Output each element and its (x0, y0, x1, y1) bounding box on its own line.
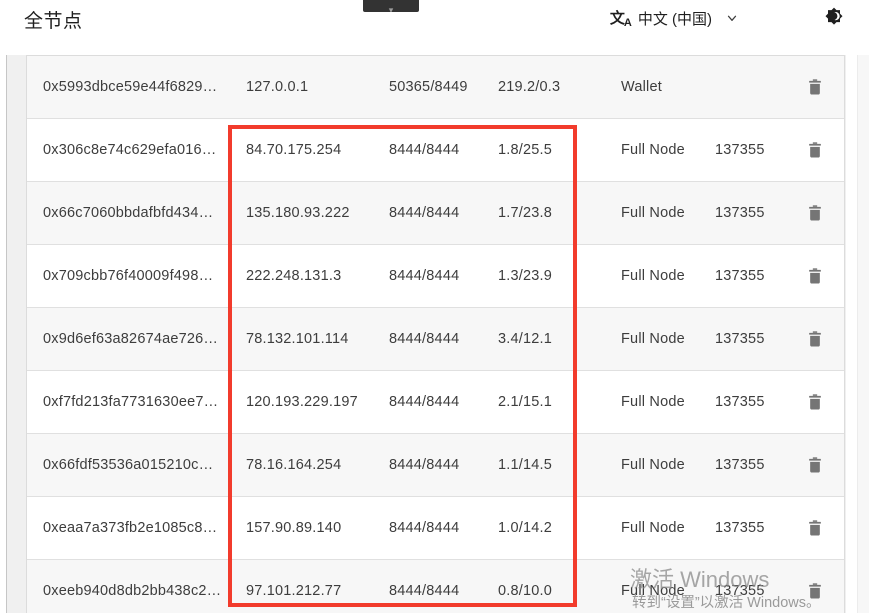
node-type: Full Node (621, 142, 715, 158)
brightness-moon-icon (822, 17, 846, 32)
delete-node-button[interactable] (801, 388, 829, 416)
table-row: 0x709cbb76f40009f498… 222.248.131.3 8444… (27, 245, 844, 308)
node-table: 0x5993dbce59e44f6829… 127.0.0.1 50365/84… (26, 55, 845, 613)
chevron-down-icon (725, 11, 739, 25)
delete-node-button[interactable] (801, 325, 829, 353)
right-gutter (846, 55, 857, 613)
left-divider (6, 55, 7, 613)
node-type: Full Node (621, 583, 715, 599)
node-ports: 50365/8449 (389, 79, 498, 95)
node-rate: 1.1/14.5 (498, 457, 621, 473)
trash-icon (805, 211, 825, 226)
node-rate: 2.1/15.1 (498, 394, 621, 410)
node-type: Full Node (621, 268, 715, 284)
node-list-page: 全节点 文A 中文 (中国) ▾ 0x5993dbce59e44f682 (0, 0, 869, 613)
node-ip: 120.193.229.197 (246, 394, 389, 410)
table-row: 0x5993dbce59e44f6829… 127.0.0.1 50365/84… (27, 56, 844, 119)
scrollbar-track[interactable] (857, 55, 869, 613)
node-ports: 8444/8444 (389, 331, 498, 347)
node-height: 137355 (715, 142, 785, 158)
node-type: Full Node (621, 457, 715, 473)
trash-icon (805, 148, 825, 163)
trash-icon (805, 400, 825, 415)
node-height: 137355 (715, 268, 785, 284)
node-height: 137355 (715, 457, 785, 473)
node-height: 137355 (715, 331, 785, 347)
node-rate: 1.3/23.9 (498, 268, 621, 284)
delete-node-button[interactable] (801, 136, 829, 164)
node-ip: 157.90.89.140 (246, 520, 389, 536)
node-rate: 3.4/12.1 (498, 331, 621, 347)
node-type: Wallet (621, 79, 715, 95)
node-ports: 8444/8444 (389, 142, 498, 158)
node-ports: 8444/8444 (389, 457, 498, 473)
node-rate: 1.0/14.2 (498, 520, 621, 536)
delete-node-button[interactable] (801, 451, 829, 479)
scroll-top-tooltip[interactable]: ▾ (363, 0, 419, 12)
delete-node-button[interactable] (801, 577, 829, 605)
node-ports: 8444/8444 (389, 205, 498, 221)
node-ports: 8444/8444 (389, 583, 498, 599)
node-ip: 127.0.0.1 (246, 79, 389, 95)
node-address: 0x5993dbce59e44f6829… (43, 79, 246, 95)
table-row: 0xeaa7a373fb2e1085c8… 157.90.89.140 8444… (27, 497, 844, 560)
trash-icon (805, 337, 825, 352)
language-label: 中文 (中国) (638, 8, 712, 29)
node-rate: 1.7/23.8 (498, 205, 621, 221)
table-row: 0x9d6ef63a82674ae726… 78.132.101.114 844… (27, 308, 844, 371)
trash-icon (805, 274, 825, 289)
table-row: 0x66fdf53536a015210c… 78.16.164.254 8444… (27, 434, 844, 497)
node-address: 0x66c7060bbdafbfd434… (43, 205, 246, 221)
node-type: Full Node (621, 394, 715, 410)
trash-icon (805, 589, 825, 604)
node-height: 137355 (715, 205, 785, 221)
delete-node-button[interactable] (801, 514, 829, 542)
node-ip: 78.16.164.254 (246, 457, 389, 473)
table-row: 0xeeb940d8db2bb438c2… 97.101.212.77 8444… (27, 560, 844, 613)
node-type: Full Node (621, 520, 715, 536)
node-ip: 78.132.101.114 (246, 331, 389, 347)
node-height: 137355 (715, 394, 785, 410)
node-address: 0x66fdf53536a015210c… (43, 457, 246, 473)
node-ports: 8444/8444 (389, 520, 498, 536)
delete-node-button[interactable] (801, 199, 829, 227)
node-address: 0xeaa7a373fb2e1085c8… (43, 520, 246, 536)
node-rate: 219.2/0.3 (498, 79, 621, 95)
node-ip: 135.180.93.222 (246, 205, 389, 221)
app-header: 全节点 文A 中文 (中国) (0, 0, 869, 55)
node-address: 0xf7fd213fa7731630ee7… (43, 394, 246, 410)
trash-icon (805, 526, 825, 541)
node-ip: 222.248.131.3 (246, 268, 389, 284)
delete-node-button[interactable] (801, 262, 829, 290)
translate-icon: 文A (610, 7, 631, 29)
delete-node-button[interactable] (801, 73, 829, 101)
node-rate: 1.8/25.5 (498, 142, 621, 158)
trash-icon (805, 463, 825, 478)
node-height: 137355 (715, 520, 785, 536)
node-address: 0x709cbb76f40009f498… (43, 268, 246, 284)
page-title: 全节点 (24, 6, 83, 33)
node-address: 0xeeb940d8db2bb438c2… (43, 583, 246, 599)
table-row: 0x66c7060bbdafbfd434… 135.180.93.222 844… (27, 182, 844, 245)
node-type: Full Node (621, 331, 715, 347)
node-ip: 84.70.175.254 (246, 142, 389, 158)
node-address: 0x9d6ef63a82674ae726… (43, 331, 246, 347)
node-height: 137355 (715, 583, 785, 599)
node-ip: 97.101.212.77 (246, 583, 389, 599)
node-type: Full Node (621, 205, 715, 221)
node-ports: 8444/8444 (389, 394, 498, 410)
arrow-icon: ▾ (389, 6, 394, 12)
table-row: 0x306c8e74c629efa016… 84.70.175.254 8444… (27, 119, 844, 182)
trash-icon (805, 85, 825, 100)
dark-mode-toggle-button[interactable] (821, 5, 847, 31)
table-row: 0xf7fd213fa7731630ee7… 120.193.229.197 8… (27, 371, 844, 434)
language-selector[interactable]: 文A 中文 (中国) (610, 6, 739, 30)
node-rate: 0.8/10.0 (498, 583, 621, 599)
node-ports: 8444/8444 (389, 268, 498, 284)
node-address: 0x306c8e74c629efa016… (43, 142, 246, 158)
